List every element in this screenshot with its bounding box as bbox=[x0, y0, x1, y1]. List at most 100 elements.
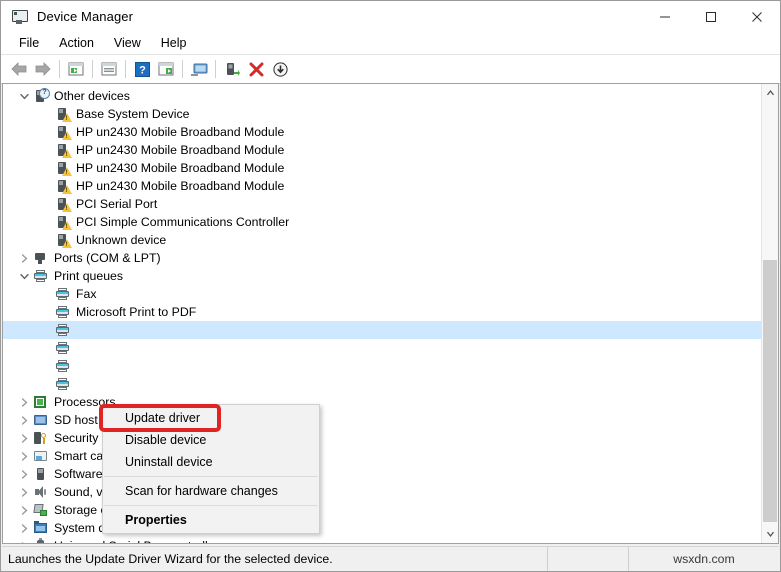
usb-icon bbox=[32, 538, 49, 543]
tree-row-label: HP un2430 Mobile Broadband Module bbox=[76, 179, 285, 193]
chevron-right-icon[interactable] bbox=[17, 253, 32, 263]
device-tree-pane: ? Other devices Base System Device HP un243… bbox=[2, 83, 779, 544]
processor-icon bbox=[32, 394, 49, 410]
toolbar-separator bbox=[92, 60, 93, 78]
maximize-button[interactable] bbox=[688, 1, 734, 32]
device-warning-icon bbox=[54, 178, 72, 194]
chevron-right-icon[interactable] bbox=[17, 505, 32, 515]
menu-view[interactable]: View bbox=[104, 34, 151, 52]
show-properties-icon[interactable] bbox=[64, 57, 88, 81]
chevron-down-icon[interactable] bbox=[17, 273, 32, 280]
status-message: Launches the Update Driver Wizard for th… bbox=[2, 546, 548, 571]
tree-row[interactable]: Fax bbox=[3, 285, 761, 303]
tree-row-label: Base System Device bbox=[76, 107, 190, 121]
context-menu-item-uninstall-device[interactable]: Uninstall device bbox=[103, 451, 319, 473]
update-driver-icon[interactable] bbox=[97, 57, 121, 81]
device-warning-icon bbox=[54, 232, 72, 248]
tree-row[interactable]: PCI Serial Port bbox=[3, 195, 761, 213]
printer-icon bbox=[54, 376, 71, 392]
tree-row[interactable]: HP un2430 Mobile Broadband Module bbox=[3, 123, 761, 141]
tree-row-label: HP un2430 Mobile Broadband Module bbox=[76, 125, 285, 139]
device-manager-window: Device Manager File Action View Help ? ?… bbox=[0, 0, 781, 572]
context-menu-separator bbox=[104, 505, 318, 506]
help-icon[interactable]: ? bbox=[130, 57, 154, 81]
tree-row[interactable]: Microsoft Print to PDF bbox=[3, 303, 761, 321]
title-bar: Device Manager bbox=[1, 1, 780, 32]
toolbar-separator bbox=[182, 60, 183, 78]
window-title: Device Manager bbox=[37, 9, 134, 24]
context-menu-item-update-driver[interactable]: Update driver bbox=[103, 407, 319, 429]
menu-help[interactable]: Help bbox=[151, 34, 197, 52]
tree-row[interactable]: Unknown device bbox=[3, 231, 761, 249]
tree-row[interactable]: Universal Serial Bus controllers bbox=[3, 537, 761, 543]
tree-row[interactable]: PCI Simple Communications Controller bbox=[3, 213, 761, 231]
uninstall-device-icon[interactable] bbox=[244, 57, 268, 81]
context-menu-item-properties[interactable]: Properties bbox=[103, 509, 319, 531]
context-menu-item-disable-device[interactable]: Disable device bbox=[103, 429, 319, 451]
back-icon[interactable] bbox=[7, 57, 31, 81]
tree-row-label: Ports (COM & LPT) bbox=[54, 251, 161, 265]
scan-icon[interactable] bbox=[154, 57, 178, 81]
tree-row[interactable]: HP un2430 Mobile Broadband Module bbox=[3, 141, 761, 159]
tree-row[interactable]: HP un2430 Mobile Broadband Module bbox=[3, 159, 761, 177]
smart-card-icon bbox=[32, 448, 49, 464]
chevron-right-icon[interactable] bbox=[17, 469, 32, 479]
disable-device-icon[interactable] bbox=[268, 57, 292, 81]
device-warning-icon bbox=[54, 142, 72, 158]
software-device-icon bbox=[32, 466, 49, 482]
context-menu-separator bbox=[104, 476, 318, 477]
chevron-right-icon[interactable] bbox=[17, 433, 32, 443]
printer-icon bbox=[54, 358, 71, 374]
context-menu-item-scan-for-hardware-changes[interactable]: Scan for hardware changes bbox=[103, 480, 319, 502]
forward-icon[interactable] bbox=[31, 57, 55, 81]
tree-row[interactable] bbox=[3, 339, 761, 357]
status-panel-spacer bbox=[548, 546, 629, 571]
tree-row[interactable] bbox=[3, 357, 761, 375]
scrollbar-thumb[interactable] bbox=[763, 260, 777, 522]
menu-file[interactable]: File bbox=[9, 34, 49, 52]
tree-row[interactable]: Ports (COM & LPT) bbox=[3, 249, 761, 267]
storage-icon bbox=[32, 502, 49, 518]
tree-row[interactable] bbox=[3, 375, 761, 393]
sd-adapter-icon bbox=[32, 412, 49, 428]
scroll-up-arrow[interactable] bbox=[762, 84, 778, 101]
chevron-right-icon[interactable] bbox=[17, 541, 32, 543]
device-warning-icon bbox=[54, 214, 72, 230]
device-question-icon: ? bbox=[32, 88, 50, 104]
chevron-right-icon[interactable] bbox=[17, 487, 32, 497]
device-warning-icon bbox=[54, 106, 72, 122]
chevron-down-icon[interactable] bbox=[17, 93, 32, 100]
security-key-icon bbox=[32, 430, 49, 446]
toolbar: ? bbox=[1, 55, 780, 84]
vertical-scrollbar[interactable] bbox=[761, 84, 778, 543]
minimize-button[interactable] bbox=[642, 1, 688, 32]
device-warning-icon bbox=[54, 160, 72, 176]
tree-row-label: HP un2430 Mobile Broadband Module bbox=[76, 143, 285, 157]
menu-action[interactable]: Action bbox=[49, 34, 104, 52]
chevron-right-icon[interactable] bbox=[17, 523, 32, 533]
toolbar-separator bbox=[215, 60, 216, 78]
tree-row[interactable]: Base System Device bbox=[3, 105, 761, 123]
close-button[interactable] bbox=[734, 1, 780, 32]
printer-icon bbox=[32, 268, 49, 284]
scroll-down-arrow[interactable] bbox=[762, 526, 778, 543]
tree-row[interactable]: ? Other devices bbox=[3, 87, 761, 105]
printer-icon bbox=[54, 322, 71, 338]
device-manager-icon bbox=[11, 8, 29, 26]
tree-row-label: Unknown device bbox=[76, 233, 167, 247]
chevron-right-icon[interactable] bbox=[17, 415, 32, 425]
svg-text:?: ? bbox=[139, 64, 146, 76]
context-menu[interactable]: Update driver Disable device Uninstall dev… bbox=[102, 404, 320, 534]
tree-row[interactable]: Print queues bbox=[3, 267, 761, 285]
printer-icon bbox=[54, 286, 71, 302]
tree-row-label: PCI Serial Port bbox=[76, 197, 158, 211]
tree-row[interactable] bbox=[3, 321, 761, 339]
tree-row-label: Other devices bbox=[54, 89, 130, 103]
install-legacy-icon[interactable] bbox=[220, 57, 244, 81]
display-icon[interactable] bbox=[187, 57, 211, 81]
tree-row[interactable]: HP un2430 Mobile Broadband Module bbox=[3, 177, 761, 195]
chevron-right-icon[interactable] bbox=[17, 397, 32, 407]
tree-row-label: Microsoft Print to PDF bbox=[76, 305, 197, 319]
sound-icon bbox=[32, 484, 49, 500]
chevron-right-icon[interactable] bbox=[17, 451, 32, 461]
